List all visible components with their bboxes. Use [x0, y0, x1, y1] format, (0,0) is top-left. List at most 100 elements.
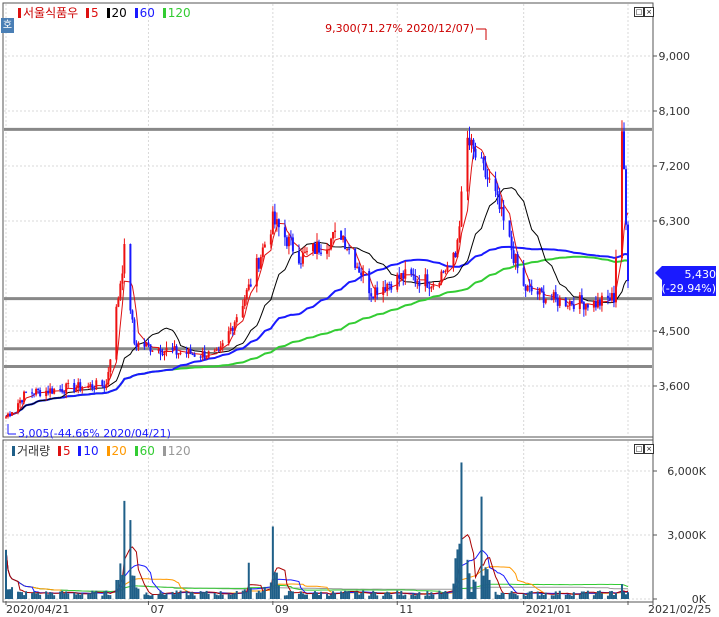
volume-bar — [556, 594, 559, 599]
candle-body — [512, 250, 515, 264]
volume-bar — [299, 591, 302, 599]
candle-body — [249, 284, 252, 287]
volume-bar — [67, 593, 70, 599]
volume-bar — [303, 594, 306, 599]
legend-marker — [86, 8, 90, 18]
volume-bar — [53, 595, 56, 599]
candle-body — [452, 252, 455, 266]
volume-bar — [137, 588, 140, 599]
volume-bar — [466, 559, 469, 599]
volume-bar — [269, 582, 272, 599]
candle-body — [229, 327, 232, 332]
volume-bar — [179, 590, 182, 599]
volume-y-axis: 6,000K3,000K0K — [653, 465, 707, 606]
volume-bar — [119, 563, 122, 599]
candle-body — [584, 304, 587, 310]
volume-bar — [147, 595, 150, 599]
volume-bar — [544, 592, 547, 599]
candle-body — [362, 270, 365, 276]
volume-bar — [410, 594, 413, 599]
candle-body — [376, 287, 379, 295]
legend-ma120: 120 — [167, 6, 191, 20]
candle-body — [598, 299, 601, 306]
candle-body — [482, 157, 485, 164]
candle-body — [592, 300, 595, 308]
candle-body — [277, 219, 280, 228]
candle-body — [568, 301, 571, 306]
volume-bar — [454, 558, 457, 599]
candle-body — [261, 247, 264, 258]
candle-body — [460, 191, 463, 227]
stock-name: 서울식품우 — [23, 6, 79, 20]
volume-bar — [340, 591, 343, 599]
candle-body — [287, 236, 290, 247]
candle-body — [524, 285, 527, 291]
candle-body — [191, 354, 194, 356]
volume-bar — [330, 594, 333, 599]
date-x-axis: 2020/04/21 07 09 11 2021/01 2021/02/25 — [5, 601, 711, 616]
volume-bar — [47, 594, 50, 599]
legend-ma20: 20 — [111, 6, 127, 20]
volume-bar — [149, 595, 152, 599]
current-price-value: 5,430 — [685, 268, 717, 281]
candle-body — [179, 352, 182, 354]
volume-bar — [512, 593, 515, 599]
candle-body — [75, 388, 78, 392]
volume-bar — [101, 595, 104, 599]
candle-body — [165, 347, 168, 351]
candle-body — [189, 348, 192, 355]
candle-body — [301, 252, 304, 264]
volume-close-button[interactable]: × — [644, 444, 654, 454]
volume-bar — [398, 594, 401, 599]
candle-body — [320, 252, 323, 254]
y-tick-label: 4,500 — [659, 325, 691, 338]
volume-bar — [384, 592, 387, 599]
candle-body — [326, 249, 329, 254]
volume-bar — [600, 593, 603, 599]
volume-bar — [572, 592, 575, 599]
candle-body — [59, 389, 62, 391]
chart-frame — [2, 2, 654, 605]
volume-bar — [39, 594, 42, 599]
volume-bar — [342, 592, 345, 599]
volume-bar — [374, 592, 377, 599]
candle-body — [486, 177, 489, 180]
x-tick-label: 2021/01 — [526, 603, 572, 616]
volume-bar — [554, 591, 557, 599]
volume-bar — [77, 593, 80, 599]
candle-body — [538, 288, 541, 295]
volume-bar — [426, 591, 429, 599]
volume-bar — [121, 574, 124, 599]
close-button[interactable]: × — [644, 7, 654, 17]
candle-body — [342, 237, 345, 240]
candle-body — [388, 283, 391, 285]
candle-body — [536, 291, 539, 295]
volume-bar — [133, 575, 136, 599]
volume-bar — [318, 595, 321, 599]
candle-body — [328, 249, 331, 251]
volume-bar — [123, 500, 126, 599]
volume-bar — [496, 594, 499, 599]
candle-body — [173, 346, 176, 350]
candle-body — [586, 304, 589, 308]
volume-bar — [245, 591, 248, 599]
vol-tick-label: 3,000K — [667, 529, 706, 542]
volume-bar — [75, 594, 78, 599]
volume-bar — [235, 590, 238, 599]
volume-bar — [187, 595, 190, 599]
volume-bar — [73, 592, 76, 599]
candle-body — [572, 304, 575, 310]
candle-body — [554, 292, 557, 299]
candle-body — [243, 298, 246, 307]
volume-bar — [263, 586, 266, 599]
volume-bar — [105, 590, 108, 599]
volume-bar — [81, 593, 84, 599]
volume-bar — [404, 594, 407, 599]
candle-body — [470, 139, 473, 146]
volume-maximize-button[interactable]: □ — [634, 444, 644, 454]
maximize-button[interactable]: □ — [634, 7, 644, 17]
volume-bar — [458, 543, 461, 599]
candle-body — [313, 243, 316, 254]
chart-mode-badge[interactable]: 호 — [1, 18, 14, 33]
volume-bar — [171, 591, 174, 599]
